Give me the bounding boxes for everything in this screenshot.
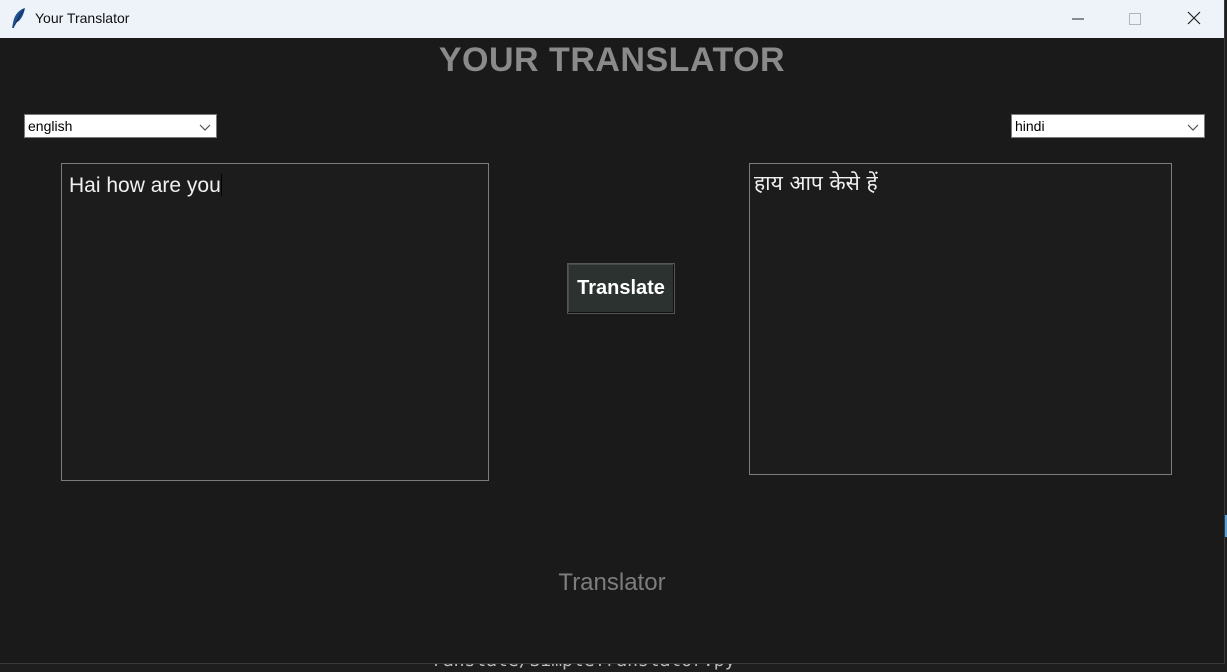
maximize-icon <box>1129 10 1141 29</box>
close-button[interactable] <box>1165 0 1223 38</box>
footer-label: Translator <box>558 569 666 596</box>
feather-icon <box>10 7 28 29</box>
translated-text-value: हाय आप केसे हें <box>754 171 878 195</box>
chevron-down-icon[interactable] <box>198 119 212 133</box>
source-language-select[interactable]: english <box>24 114 217 138</box>
source-text-input[interactable]: Hai how are you <box>61 163 489 481</box>
minimize-icon <box>1072 10 1084 29</box>
translate-button[interactable]: Translate <box>567 263 675 314</box>
chevron-down-icon[interactable] <box>1186 119 1200 133</box>
minimize-button[interactable] <box>1049 0 1107 38</box>
text-cursor <box>220 174 222 196</box>
maximize-button[interactable] <box>1106 0 1164 38</box>
title-bar[interactable]: Your Translator <box>0 0 1224 38</box>
app-window: Your Translator YOUR TRANSLATOR english … <box>0 0 1225 664</box>
source-text-value: Hai how are you <box>69 174 221 197</box>
translated-text-output[interactable]: हाय आप केसे हें <box>749 163 1172 475</box>
window-title: Your Translator <box>35 10 130 26</box>
close-icon <box>1187 10 1201 29</box>
target-language-value: hindi <box>1015 118 1045 134</box>
source-language-value: english <box>28 118 73 134</box>
source-text-wrap: Hai how are you <box>69 174 222 198</box>
page-title: YOUR TRANSLATOR <box>438 41 786 79</box>
target-language-select[interactable]: hindi <box>1011 114 1205 138</box>
